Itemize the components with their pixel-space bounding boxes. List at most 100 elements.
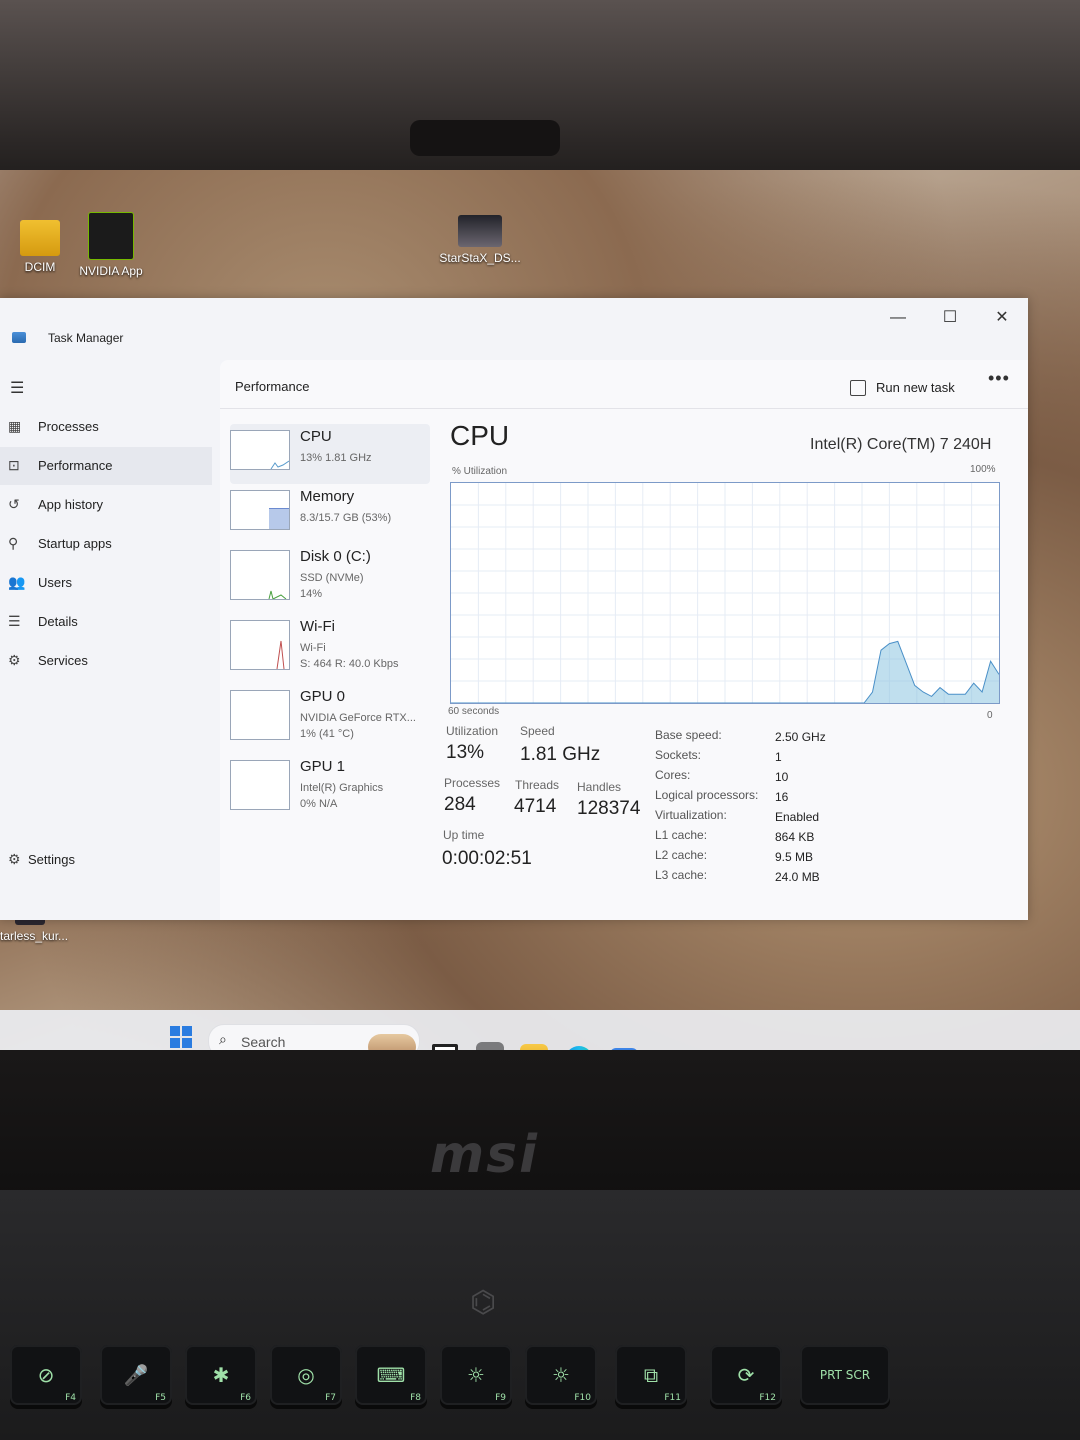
processes-label: Processes [444, 776, 501, 790]
spec-cores-value: 10 [775, 770, 789, 784]
spec-base-speed-label: Base speed: [655, 728, 722, 742]
run-task-icon [850, 380, 866, 396]
utilization-label: Utilization [446, 724, 499, 738]
device-gpu1[interactable]: GPU 1 Intel(R) Graphics 0% N/A [230, 754, 430, 814]
key-f5[interactable]: 🎤 F5 [100, 1345, 172, 1405]
spec-l2-cache-value: 9.5 MB [775, 850, 814, 864]
webcam-icon [410, 120, 560, 156]
hamburger-menu-icon[interactable]: ☰ [10, 378, 24, 398]
cpu-thumbnail-graph [230, 430, 290, 470]
gpu0-thumbnail-graph [230, 690, 290, 740]
spec-sockets-value: 1 [775, 750, 782, 764]
device-wifi[interactable]: Wi-Fi Wi-Fi S: 464 R: 40.0 Kbps [230, 614, 430, 674]
wifi-adapter: Wi-Fi [300, 642, 326, 654]
sidebar-item-details[interactable]: ☰ Details [0, 603, 212, 641]
windows-logo-tile [182, 1026, 192, 1036]
device-disk[interactable]: Disk 0 (C:) SSD (NVMe) 14% [230, 544, 430, 604]
nvidia-icon [88, 212, 134, 260]
maximize-button[interactable]: ☐ [928, 304, 972, 332]
windows-logo-tile [170, 1026, 180, 1036]
key-f11[interactable]: ⧉ F11 [615, 1345, 687, 1405]
sidebar-item-users[interactable]: 👥 Users [0, 564, 212, 602]
spec-virtualization-value: Enabled [775, 810, 820, 824]
users-icon: 👥 [8, 574, 26, 590]
speed-label: Speed [520, 724, 555, 738]
key-f6[interactable]: ✱ F6 [185, 1345, 257, 1405]
device-cpu[interactable]: CPU 13% 1.81 GHz [230, 424, 430, 484]
key-f9[interactable]: ☼ F9 [440, 1345, 512, 1405]
sidebar-item-services[interactable]: ⚙ Services [0, 642, 212, 680]
key-f4[interactable]: ⊘ F4 [10, 1345, 82, 1405]
handles-label: Handles [577, 780, 622, 794]
sidebar-item-settings[interactable]: ⚙ Settings [0, 841, 212, 879]
image-thumbnail-icon [458, 215, 502, 247]
spec-base-speed-value: 2.50 GHz [775, 730, 826, 744]
desktop-icon-nvidia-app[interactable]: NVIDIA App [78, 212, 144, 278]
wifi-mini-chart [276, 640, 285, 669]
sidebar-item-app-history[interactable]: ↺ App history [0, 486, 212, 524]
spec-l2-cache-label: L2 cache: [655, 848, 708, 862]
key-f7[interactable]: ◎ F7 [270, 1345, 342, 1405]
key-f8[interactable]: ⌨ F8 [355, 1345, 427, 1405]
utilization-value: 13% [446, 742, 485, 763]
disk-type: SSD (NVMe) [300, 572, 364, 584]
sidebar-item-startup-apps[interactable]: ⚲ Startup apps [0, 525, 212, 563]
startup-icon: ⚲ [8, 535, 19, 551]
wifi-throughput: S: 464 R: 40.0 Kbps [300, 658, 399, 670]
key-prt-scr[interactable]: PRT SCR [800, 1345, 890, 1405]
cpu-model: Intel(R) Core(TM) 7 240H [810, 436, 992, 453]
threads-value: 4714 [514, 796, 557, 817]
laptop-bottom-bezel: msi [0, 1050, 1080, 1200]
key-f12[interactable]: ⟳ F12 [710, 1345, 782, 1405]
close-button[interactable]: ✕ [980, 304, 1024, 332]
memory-thumbnail-graph [230, 490, 290, 530]
header-divider [220, 408, 1028, 409]
folder-icon [20, 220, 60, 256]
function-key-row: ⊘ F4 🎤 F5 ✱ F6 ◎ F7 ⌨ F8 ☼ F9 ☼ F10 ⧉ F11 ⟳ F12 P… [0, 1345, 1080, 1440]
sidebar-item-processes[interactable]: ▦ Processes [0, 408, 212, 446]
disk-thumbnail-graph [230, 550, 290, 600]
spec-logical-processors-value: 16 [775, 790, 789, 804]
dragon-emblem-icon: ⌬ [470, 1286, 497, 1319]
sidebar-item-performance[interactable]: ⊡ Performance [0, 447, 212, 485]
graph-min-label: 0 [987, 710, 993, 721]
utilization-axis-label: % Utilization [452, 466, 508, 477]
task-manager-window: Task Manager — ☐ ✕ ☰ ▦ Processes ⊡ Perfo… [0, 298, 1028, 920]
cpu-heading: CPU [450, 420, 510, 451]
cpu-utilization-graph [450, 482, 1000, 704]
device-gpu0[interactable]: GPU 0 NVIDIA GeForce RTX... 1% (41 °C) [230, 684, 430, 744]
spec-l1-cache-label: L1 cache: [655, 828, 708, 842]
processes-value: 284 [444, 794, 476, 815]
performance-icon: ⊡ [8, 457, 20, 473]
uptime-label: Up time [443, 828, 485, 842]
wifi-thumbnail-graph [230, 620, 290, 670]
details-icon: ☰ [8, 613, 21, 629]
gear-icon: ⚙ [8, 851, 21, 867]
start-button[interactable] [170, 1026, 192, 1048]
spec-l3-cache-value: 24.0 MB [775, 870, 820, 884]
spec-virtualization-label: Virtualization: [655, 808, 727, 822]
window-title: Task Manager [48, 331, 124, 345]
handles-value: 128374 [577, 798, 641, 819]
title-bar[interactable]: Task Manager — ☐ ✕ [0, 298, 1028, 358]
task-manager-icon [12, 332, 26, 343]
cpu-utilization-chart [451, 483, 1000, 704]
key-f10[interactable]: ☼ F10 [525, 1345, 597, 1405]
minimize-button[interactable]: — [876, 304, 920, 332]
desktop-icon-dcim[interactable]: DCIM [18, 220, 62, 274]
desktop-icon-starstax[interactable]: StarStaX_DS... [438, 215, 522, 265]
windows-logo-tile [170, 1038, 180, 1048]
device-memory[interactable]: Memory 8.3/15.7 GB (53%) [230, 484, 430, 544]
windows-logo-tile [182, 1038, 192, 1048]
spec-sockets-label: Sockets: [655, 748, 702, 762]
spec-cores-label: Cores: [655, 768, 691, 782]
gpu1-thumbnail-graph [230, 760, 290, 810]
gpu0-model: NVIDIA GeForce RTX... [300, 712, 416, 724]
uptime-value: 0:00:02:51 [442, 848, 532, 869]
gpu1-usage: 0% N/A [300, 798, 338, 810]
more-options-button[interactable]: ••• [988, 368, 1010, 389]
history-icon: ↺ [8, 496, 20, 512]
sidebar-nav: ☰ ▦ Processes ⊡ Performance ↺ App histor… [0, 358, 212, 920]
spec-logical-processors-label: Logical processors: [655, 788, 759, 802]
search-icon: ⌕ [219, 1031, 227, 1047]
